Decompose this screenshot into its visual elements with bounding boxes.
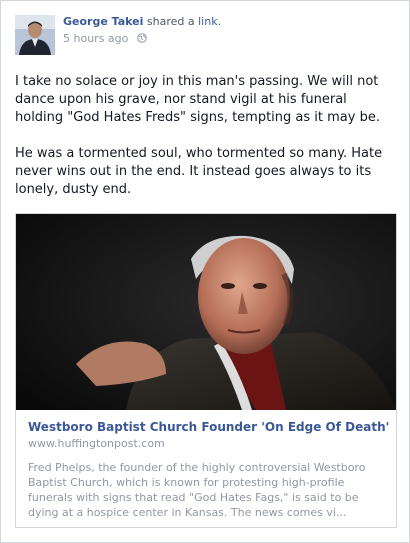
globe-icon[interactable] [137,33,147,43]
attachment-description: Fred Phelps, the founder of the highly c… [28,461,366,519]
post-paragraph-1: I take no solace or joy in this man's pa… [15,74,380,125]
post-paragraph-2: He was a tormented soul, who tormented s… [15,146,383,197]
post-message: I take no solace or joy in this man's pa… [15,73,395,217]
story-action: shared a [146,15,195,28]
timestamp[interactable]: 5 hours ago [63,32,128,45]
story-meta: 5 hours ago [63,32,147,45]
link-attachment[interactable]: Westboro Baptist Church Founder 'On Edge… [15,213,397,528]
shared-link[interactable]: link [198,15,217,28]
attachment-image[interactable] [16,214,396,410]
attachment-title[interactable]: Westboro Baptist Church Founder 'On Edge… [28,420,389,434]
story-period: . [217,15,222,28]
author-name[interactable]: George Takei [63,15,143,28]
author-avatar[interactable] [15,15,55,55]
attachment-domain: www.huffingtonpost.com [28,437,165,450]
feed-story: George Takei shared a link. 5 hours ago … [0,0,410,543]
story-header: George Takei shared a link. [63,15,221,28]
